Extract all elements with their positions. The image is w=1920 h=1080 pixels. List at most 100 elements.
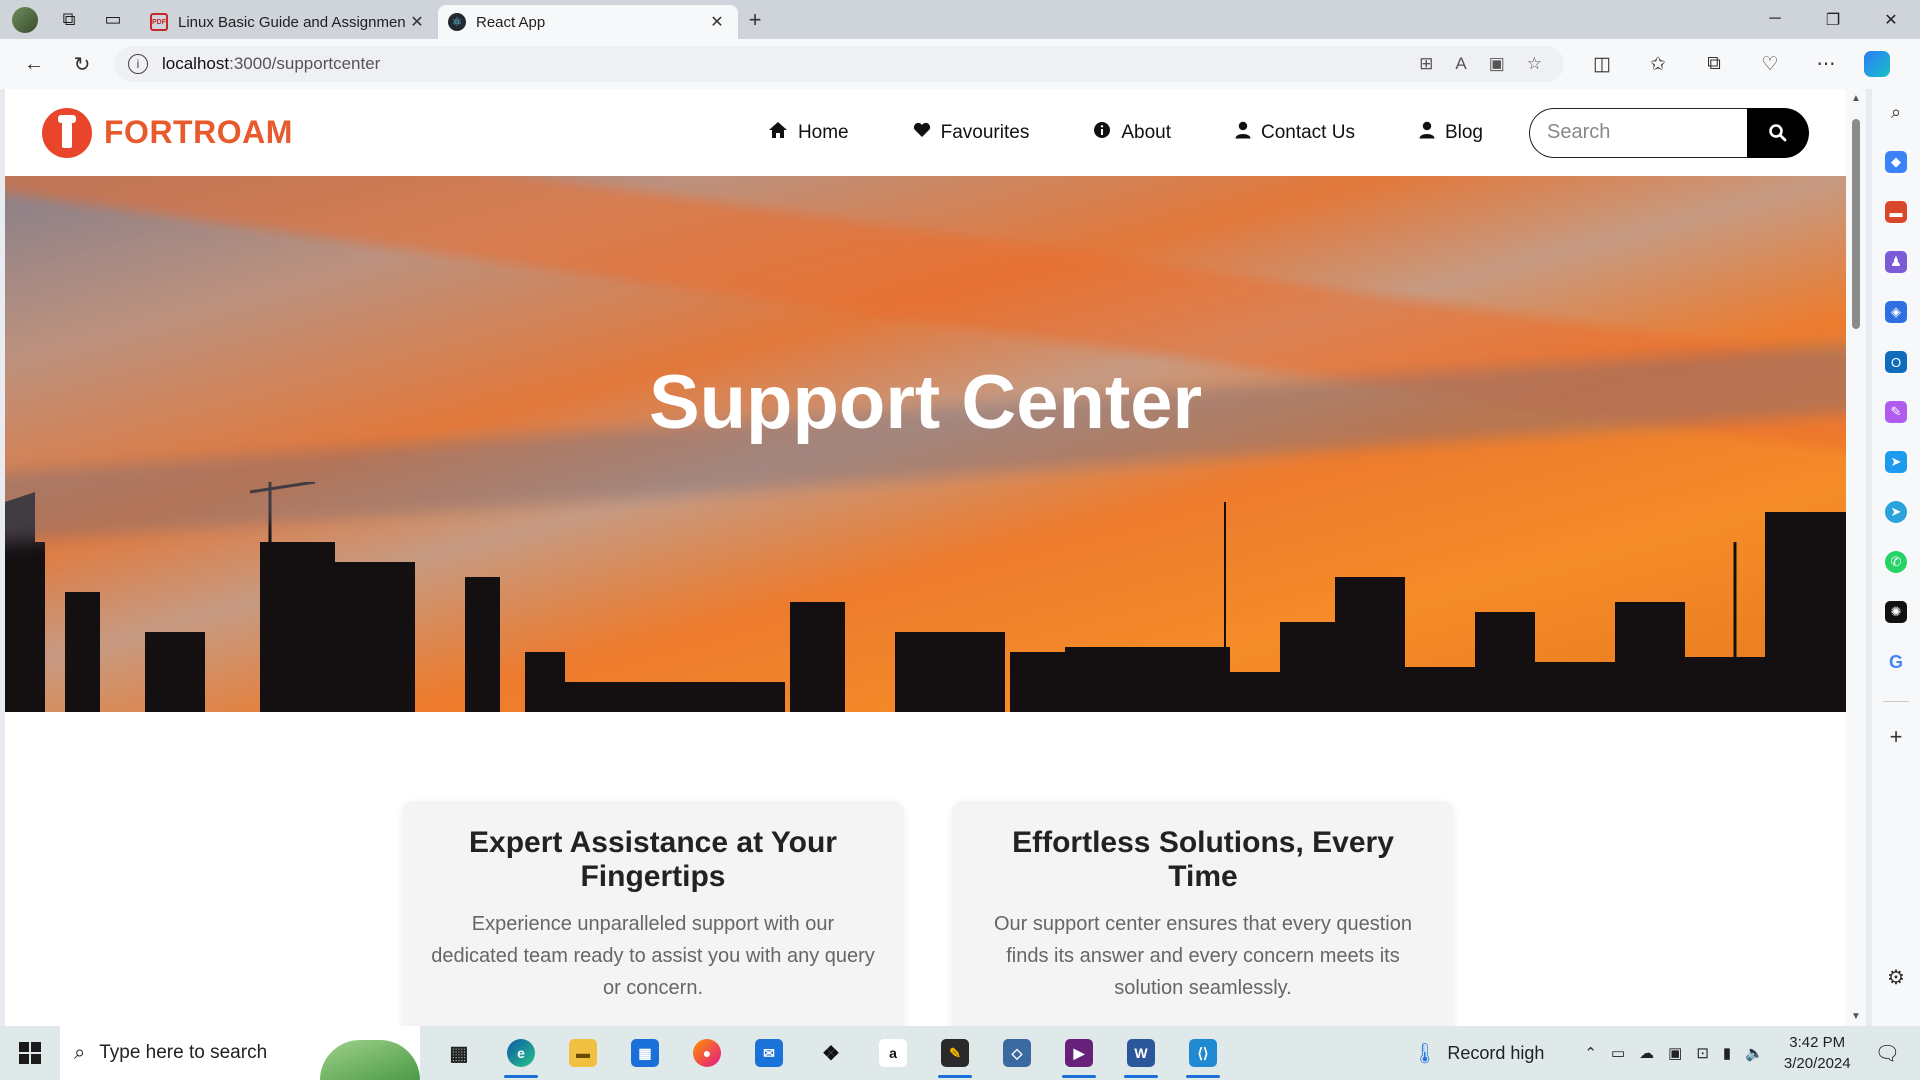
weather-widget[interactable]: 🌡 Record high [1412,1041,1544,1066]
site-header: FORTROAM Home Favourites About Contact U… [5,89,1846,176]
nav-label: Home [797,121,849,143]
start-button[interactable] [0,1042,60,1064]
file-explorer-icon[interactable]: ▬ [552,1026,614,1080]
search-input[interactable] [1529,107,1747,158]
system-clock[interactable]: 3:42 PM 3/20/2024 [1784,1032,1851,1074]
user-icon [1419,121,1435,144]
outlook-icon[interactable]: O [1885,351,1907,373]
telegram-icon[interactable]: ➤ [1885,501,1907,523]
new-tab-button[interactable]: + [738,7,772,33]
scroll-up-icon[interactable]: ▲ [1851,93,1861,104]
video-enhance-icon[interactable]: ▣ [1489,54,1505,74]
task-view-icon[interactable]: ▦ [428,1026,490,1080]
firefox-icon[interactable]: ● [676,1026,738,1080]
nav-favourites[interactable]: Favourites [913,121,1030,144]
search-button[interactable] [1747,107,1809,158]
battery-icon[interactable]: ▮ [1723,1044,1731,1062]
chatgpt-icon[interactable]: ✺ [1885,601,1907,623]
nav-about[interactable]: About [1093,121,1171,144]
restore-icon[interactable]: ❐ [1804,10,1862,30]
notifications-icon[interactable]: 🗨 [1875,1041,1900,1066]
card-text: Experience unparalleled support with our… [431,913,875,999]
app-available-icon[interactable]: ⊞ [1419,54,1433,74]
dropbox-icon[interactable]: ❖ [800,1026,862,1080]
chevron-up-icon[interactable]: ⌃ [1584,1044,1597,1062]
workspaces-icon[interactable]: ⧉ [52,5,86,35]
virtualbox-icon[interactable]: ◇ [986,1026,1048,1080]
thermometer-icon: 🌡 [1411,1042,1438,1065]
add-icon[interactable]: + [1885,724,1907,749]
browser-tab-bar: ⧉ ▭ PDF Linux Basic Guide and Assignmen … [0,0,1920,39]
display-icon[interactable]: ▭ [1611,1044,1625,1062]
search-highlight-image [320,1040,420,1080]
address-bar[interactable]: i localhost:3000/supportcenter ⊞ A ▣ ☆ [114,46,1564,82]
card-title: Expert Assistance at Your Fingertips [469,826,837,893]
card-title: Effortless Solutions, Every Time [1012,826,1394,893]
amazon-icon[interactable]: a [862,1026,924,1080]
close-window-icon[interactable]: ✕ [1862,10,1920,30]
taskbar-search[interactable]: ⌕ Type here to search [60,1026,420,1080]
close-icon[interactable]: ✕ [706,12,728,32]
split-screen-icon[interactable]: ◫ [1574,53,1630,76]
visual-studio-icon[interactable]: ▶ [1048,1026,1110,1080]
tools-icon[interactable]: ▬ [1885,201,1907,223]
profile-avatar[interactable] [8,5,42,35]
back-icon[interactable]: ← [10,53,58,76]
brand-logo[interactable]: FORTROAM [42,107,293,158]
more-menu-icon[interactable]: ⋯ [1798,53,1854,76]
minimize-icon[interactable]: ─ [1746,10,1804,30]
info-icon [1093,121,1111,144]
meet-icon[interactable]: ▣ [1668,1044,1682,1062]
volume-muted-icon[interactable]: 🔈 [1745,1044,1764,1062]
nav-label: Favourites [940,121,1030,143]
onedrive-icon[interactable]: ☁ [1639,1044,1654,1062]
favorite-star-icon[interactable]: ☆ [1527,54,1542,74]
taskbar-search-placeholder: Type here to search [99,1042,268,1063]
weather-text: Record high [1447,1042,1545,1063]
close-icon[interactable]: ✕ [406,12,428,32]
feature-card: Expert Assistance at Your Fingertips Exp… [402,801,904,1026]
word-icon[interactable]: W [1110,1026,1172,1080]
nav-label: About [1121,121,1171,143]
scroll-down-icon[interactable]: ▼ [1851,1011,1861,1022]
network-icon[interactable]: ⊡ [1696,1044,1709,1062]
site-search [1529,107,1809,158]
nav-label: Blog [1444,121,1483,143]
tab-react-app[interactable]: ⚛ React App ✕ [438,5,738,39]
google-icon[interactable]: G [1885,651,1907,673]
card-text: Our support center ensures that every qu… [993,913,1412,999]
clock-date: 3/20/2024 [1783,1055,1851,1072]
tab-actions-icon[interactable]: ▭ [96,5,130,35]
favorites-icon[interactable]: ✩ [1630,53,1686,76]
read-aloud-icon[interactable]: A [1455,54,1466,74]
mail-icon[interactable]: ✉ [738,1026,800,1080]
window-controls: ─ ❐ ✕ [1746,10,1920,30]
collections-icon[interactable]: ⧉ [1686,53,1742,76]
page-scrollbar[interactable]: ▲ ▼ [1846,89,1866,1026]
browser-essentials-icon[interactable]: ♡ [1742,53,1798,76]
heart-icon [913,122,931,143]
microsoft-store-icon[interactable]: ▦ [614,1026,676,1080]
search-icon[interactable]: ⌕ [1885,101,1907,123]
refresh-icon[interactable]: ↻ [58,52,106,77]
whatsapp-icon[interactable]: ✆ [1885,551,1907,573]
shopping-icon[interactable]: ◆ [1885,151,1907,173]
site-info-icon[interactable]: i [128,54,148,74]
url-host: localhost [162,54,230,73]
sketch-app-icon[interactable]: ✎ [924,1026,986,1080]
hero-banner: Support Center [5,176,1846,712]
gear-icon[interactable]: ⚙ [1885,966,1907,989]
city-skyline-image [5,482,1846,712]
nav-blog[interactable]: Blog [1419,121,1483,144]
send-icon[interactable]: ➤ [1885,451,1907,473]
nav-contact-us[interactable]: Contact Us [1235,121,1355,144]
copilot-icon[interactable] [1864,51,1890,77]
games-icon[interactable]: ♟ [1885,251,1907,273]
edge-app-icon[interactable]: e [490,1026,552,1080]
vscode-icon[interactable]: ⟨⟩ [1172,1026,1234,1080]
scrollbar-thumb[interactable] [1852,119,1860,329]
designer-icon[interactable]: ✎ [1885,401,1907,423]
tab-linux-guide[interactable]: PDF Linux Basic Guide and Assignmen ✕ [140,5,438,39]
microsoft365-icon[interactable]: ◈ [1885,301,1907,323]
nav-home[interactable]: Home [768,121,849,144]
